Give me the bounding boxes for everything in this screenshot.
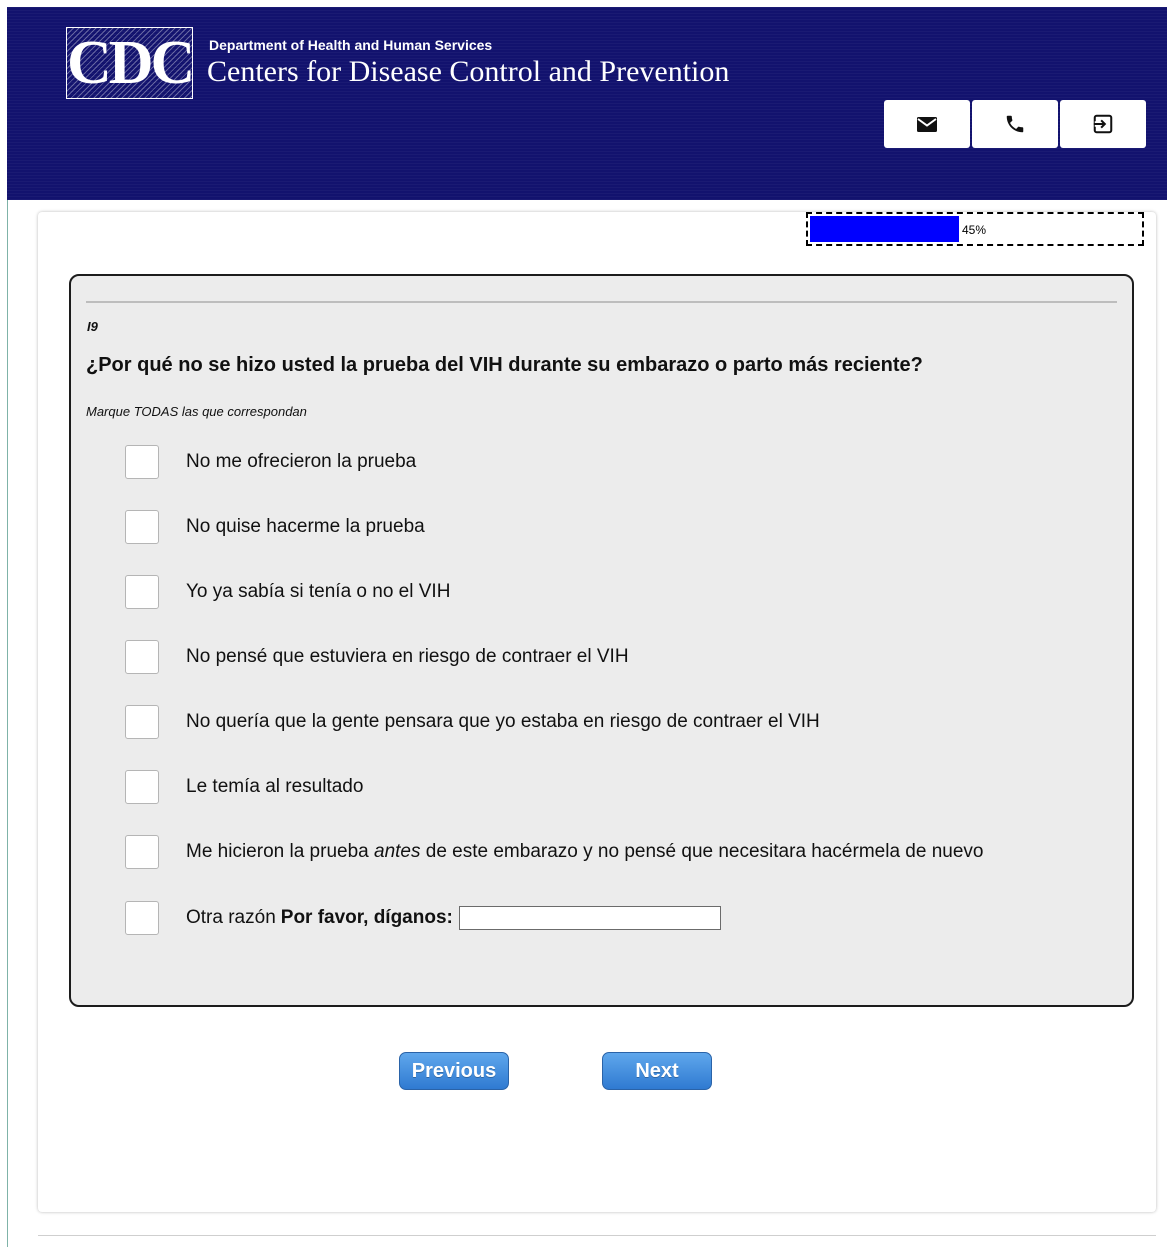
checkbox[interactable] <box>125 770 159 804</box>
site-header: CDC Department of Health and Human Servi… <box>7 7 1167 200</box>
mail-icon <box>917 116 937 132</box>
checkbox[interactable] <box>125 835 159 869</box>
progress-label: 45% <box>962 223 987 237</box>
option-label: No me ofrecieron la prueba <box>186 451 417 472</box>
exit-button[interactable] <box>1060 100 1146 148</box>
option-stigma[interactable]: No quería que la gente pensara que yo es… <box>125 704 820 740</box>
phone-button[interactable] <box>972 100 1058 148</box>
option-label: Me hicieron la prueba antes de este emba… <box>186 841 983 863</box>
checkbox[interactable] <box>125 705 159 739</box>
question-panel: I9 ¿Por qué no se hizo usted la prueba d… <box>69 274 1134 1007</box>
footer-divider <box>38 1235 1156 1236</box>
option-label: Le temía al resultado <box>186 776 364 797</box>
email-button[interactable] <box>884 100 970 148</box>
option-no-offered[interactable]: No me ofrecieron la prueba <box>125 444 416 480</box>
divider <box>86 301 1117 303</box>
question-instruction: Marque TODAS las que correspondan <box>86 404 307 419</box>
option-not-at-risk[interactable]: No pensé que estuviera en riesgo de cont… <box>125 639 629 675</box>
question-id: I9 <box>87 319 98 334</box>
other-reason-input[interactable] <box>458 906 721 930</box>
previous-button[interactable]: Previous <box>399 1052 509 1090</box>
option-other-prompt: Por favor, díganos: <box>280 907 453 928</box>
progress-fill <box>810 216 959 242</box>
checkbox[interactable] <box>125 575 159 609</box>
option-label: Yo ya sabía si tenía o no el VIH <box>186 581 451 602</box>
checkbox[interactable] <box>125 445 159 479</box>
option-label: No quise hacerme la prueba <box>186 516 425 537</box>
department-name: Department of Health and Human Services <box>209 37 493 53</box>
cdc-logo-text: CDC <box>67 29 195 97</box>
option-already-knew[interactable]: Yo ya sabía si tenía o no el VIH <box>125 574 450 610</box>
option-label: No quería que la gente pensara que yo es… <box>186 711 820 732</box>
option-label-end: de este embarazo y no pensé que necesita… <box>425 841 984 862</box>
left-border <box>7 200 8 1247</box>
option-label: No pensé que estuviera en riesgo de cont… <box>186 646 629 667</box>
phone-icon <box>1006 115 1024 133</box>
cdc-logo: CDC <box>66 27 195 99</box>
checkbox[interactable] <box>125 640 159 674</box>
option-other[interactable]: Otra razón Por favor, díganos: <box>125 900 721 936</box>
option-label-emphasis: antes <box>374 841 421 862</box>
agency-name: Centers for Disease Control and Preventi… <box>207 55 730 88</box>
option-other-label: Otra razón <box>186 907 276 928</box>
progress-bar: 45% <box>806 212 1144 246</box>
option-feared-result[interactable]: Le temía al resultado <box>125 769 363 805</box>
option-did-not-want[interactable]: No quise hacerme la prueba <box>125 509 425 545</box>
question-text: ¿Por qué no se hizo usted la prueba del … <box>86 354 923 376</box>
header-actions <box>884 100 1148 148</box>
exit-icon <box>1093 114 1113 134</box>
next-button[interactable]: Next <box>602 1052 712 1090</box>
option-tested-before[interactable]: Me hicieron la prueba antes de este emba… <box>125 834 983 870</box>
checkbox[interactable] <box>125 901 159 935</box>
option-label: Otra razón Por favor, díganos: <box>186 906 721 930</box>
option-label-start: Me hicieron la prueba <box>186 841 369 862</box>
checkbox[interactable] <box>125 510 159 544</box>
